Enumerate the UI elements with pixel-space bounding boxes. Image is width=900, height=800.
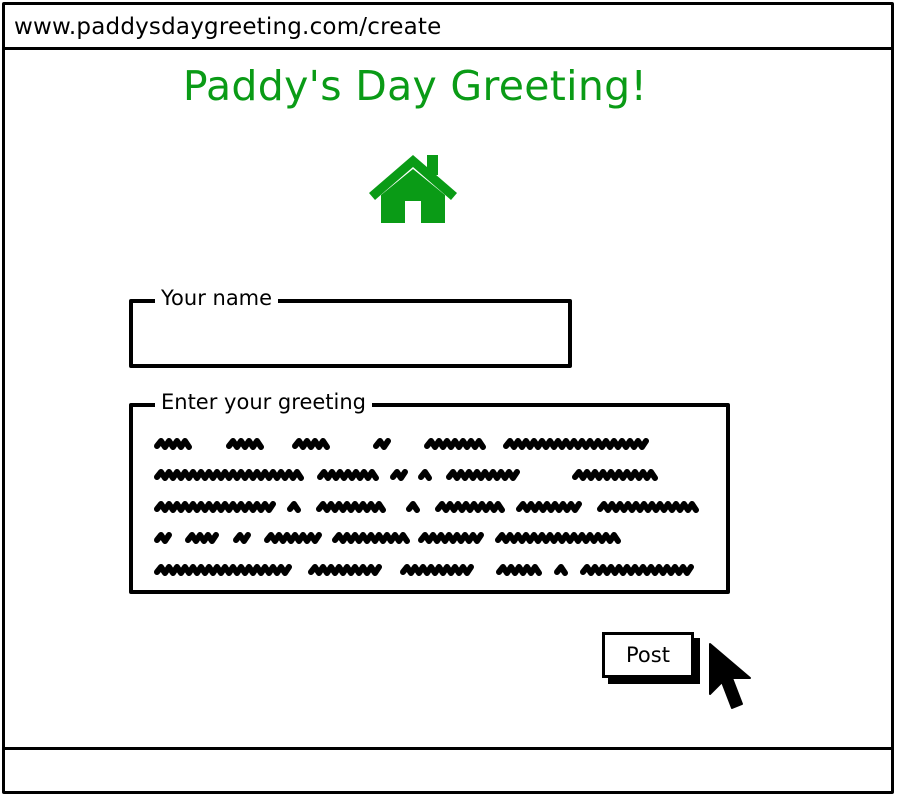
scribble-word	[406, 501, 420, 513]
scribble-word	[580, 564, 694, 576]
status-bar	[5, 747, 891, 791]
scribble-word	[435, 501, 505, 513]
scribble-word	[400, 564, 474, 576]
name-input[interactable]	[141, 317, 565, 355]
scribble-word	[226, 438, 264, 450]
scribble-word	[554, 564, 568, 576]
name-fieldset: Your name	[129, 285, 572, 368]
home-icon[interactable]	[367, 151, 459, 227]
scribble-word	[317, 469, 379, 481]
scribble-word	[390, 469, 408, 481]
scribble-word	[418, 532, 484, 544]
scribble-word	[424, 438, 486, 450]
scribble-word	[308, 564, 382, 576]
greeting-fieldset[interactable]: Enter your greeting	[129, 389, 730, 594]
scribble-word	[185, 532, 219, 544]
scribble-word	[503, 438, 649, 450]
scribble-word	[316, 501, 386, 513]
address-bar[interactable]: www.paddysdaygreeting.com/create	[5, 5, 891, 50]
scribble-word	[154, 564, 292, 576]
scribble-word	[572, 469, 658, 481]
scribble-word	[154, 438, 192, 450]
scribble-word	[332, 532, 410, 544]
url-text[interactable]: www.paddysdaygreeting.com/create	[14, 14, 441, 40]
scribble-word	[418, 469, 432, 481]
scribble-word	[516, 501, 582, 513]
scribble-word	[233, 532, 251, 544]
name-label: Your name	[155, 285, 279, 311]
scribble-word	[446, 469, 520, 481]
scribble-word	[154, 501, 276, 513]
scribble-word	[496, 564, 542, 576]
browser-window: www.paddysdaygreeting.com/create Paddy's…	[2, 2, 894, 794]
post-button[interactable]: Post	[602, 632, 694, 678]
mouse-pointer-icon	[709, 643, 751, 709]
scribble-word	[292, 438, 330, 450]
page-title: Paddy's Day Greeting!	[182, 62, 648, 110]
greeting-text-scribble[interactable]	[133, 407, 726, 590]
scribble-word	[597, 501, 699, 513]
scribble-word	[495, 532, 621, 544]
scribble-word	[154, 469, 304, 481]
scribble-word	[287, 501, 301, 513]
scribble-word	[264, 532, 322, 544]
scribble-word	[373, 438, 391, 450]
scribble-word	[154, 532, 172, 544]
